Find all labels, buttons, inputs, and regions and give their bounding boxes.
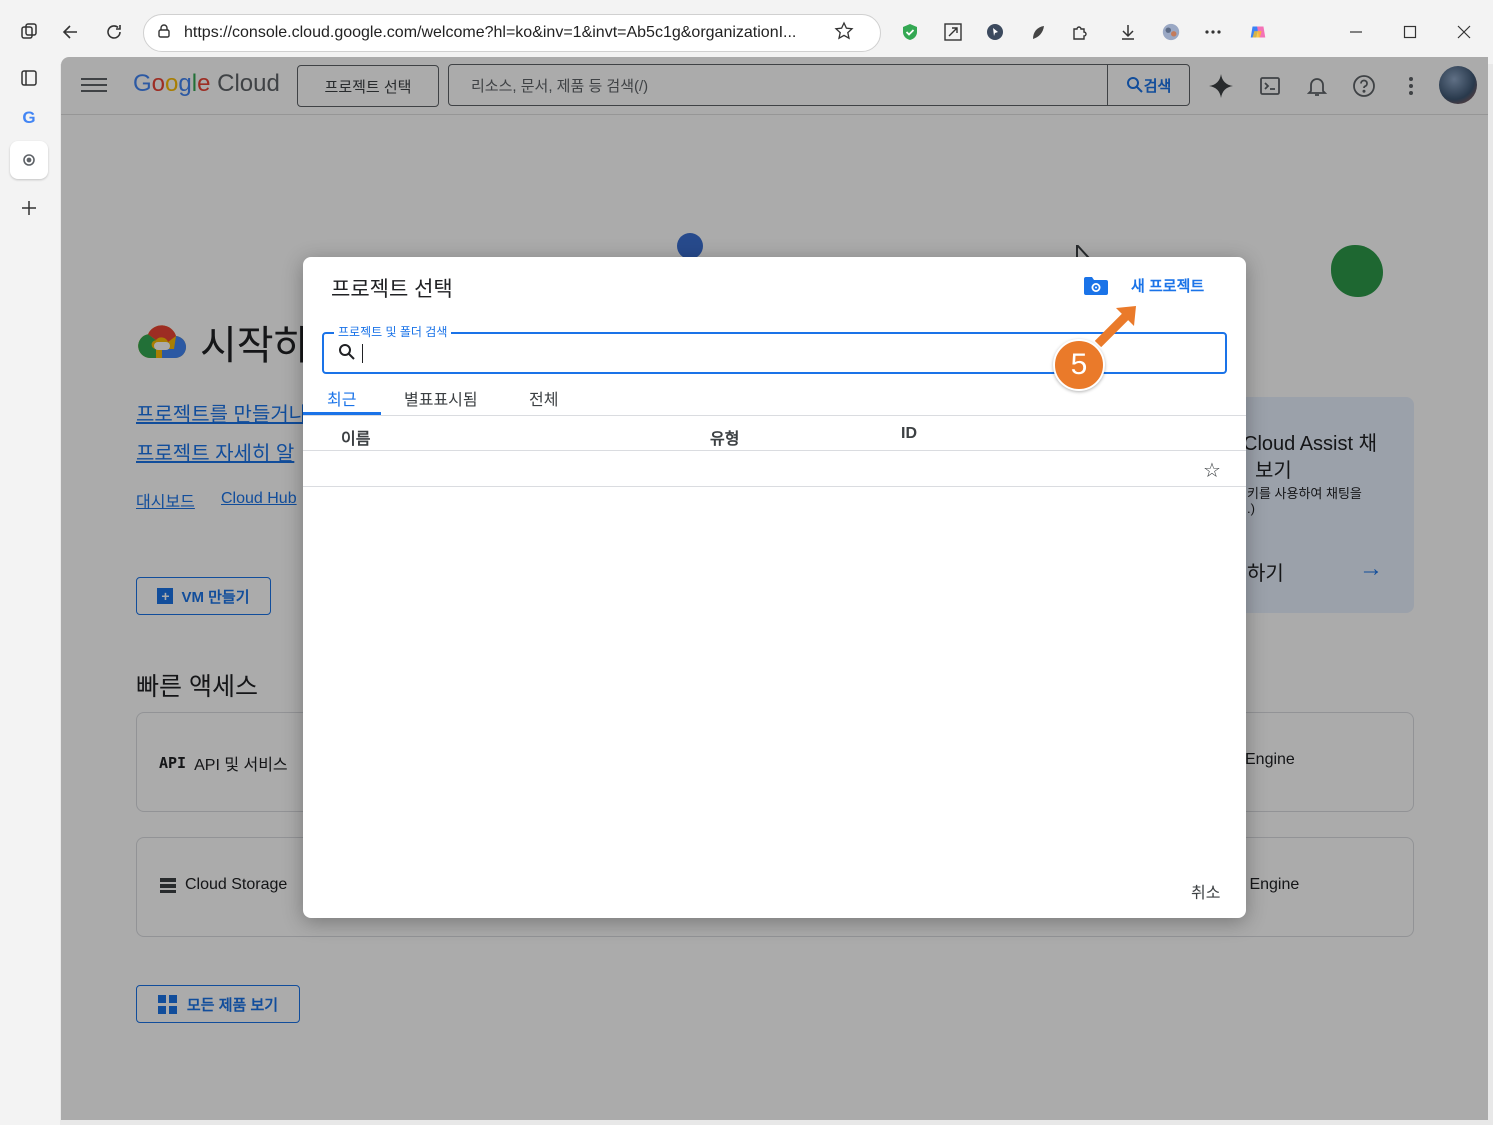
address-bar[interactable]: https://console.cloud.google.com/welcome… bbox=[143, 14, 881, 52]
sidebar-panel-icon[interactable] bbox=[10, 59, 48, 97]
tab-all[interactable]: 전체 bbox=[529, 386, 558, 410]
column-id[interactable]: ID bbox=[901, 425, 917, 443]
back-icon[interactable] bbox=[55, 16, 87, 48]
table-row[interactable]: ☆ bbox=[303, 452, 1246, 487]
new-project-action[interactable]: 새 프로젝트 bbox=[1083, 275, 1204, 296]
table-header: 이름 유형 ID bbox=[303, 417, 1246, 451]
dialog-title: 프로젝트 선택 bbox=[331, 278, 453, 301]
shield-extension-icon[interactable] bbox=[894, 16, 926, 48]
dialog-tabs: 최근 별표표시됨 전체 bbox=[303, 377, 1246, 416]
project-select-dialog: 프로젝트 선택 새 프로젝트 프로젝트 및 폴더 검색 최근 별표표시됨 전체 … bbox=[303, 257, 1246, 918]
search-field-label: 프로젝트 및 폴더 검색 bbox=[334, 323, 452, 340]
step-number-badge: 5 bbox=[1053, 339, 1105, 391]
cloud-console-tab-icon[interactable] bbox=[10, 141, 48, 179]
tab-starred[interactable]: 별표표시됨 bbox=[404, 386, 478, 410]
leaf-extension-icon[interactable] bbox=[1022, 16, 1054, 48]
text-cursor bbox=[362, 344, 363, 363]
tutorial-arrow-icon bbox=[1094, 306, 1136, 348]
search-icon bbox=[339, 344, 355, 360]
extensions-puzzle-icon[interactable] bbox=[1064, 16, 1096, 48]
favorite-star-icon[interactable] bbox=[834, 20, 854, 46]
new-tab-plus-icon[interactable] bbox=[10, 189, 48, 227]
vertical-tab-strip: G bbox=[0, 56, 60, 1125]
folder-settings-icon[interactable] bbox=[1083, 276, 1109, 296]
url-text[interactable]: https://console.cloud.google.com/welcome… bbox=[184, 24, 824, 42]
more-icon[interactable] bbox=[1197, 16, 1229, 48]
browser-toolbar: https://console.cloud.google.com/welcome… bbox=[0, 0, 1493, 64]
profile-extension-icon[interactable] bbox=[1155, 16, 1187, 48]
refresh-icon[interactable] bbox=[98, 16, 130, 48]
resize-extension-icon[interactable] bbox=[937, 16, 969, 48]
cursor-extension-icon[interactable] bbox=[979, 16, 1011, 48]
lock-icon[interactable] bbox=[156, 23, 172, 44]
column-name[interactable]: 이름 bbox=[341, 425, 370, 449]
new-project-button[interactable]: 새 프로젝트 bbox=[1131, 275, 1204, 296]
minimize-icon[interactable] bbox=[1338, 14, 1374, 50]
cancel-button[interactable]: 취소 bbox=[1191, 879, 1220, 903]
active-tab-indicator bbox=[303, 412, 381, 415]
copilot-icon[interactable] bbox=[1242, 16, 1274, 48]
column-type[interactable]: 유형 bbox=[710, 425, 739, 449]
star-icon[interactable]: ☆ bbox=[1203, 458, 1221, 483]
maximize-icon[interactable] bbox=[1392, 14, 1428, 50]
tab-actions-icon[interactable] bbox=[13, 16, 45, 48]
tab-recent[interactable]: 최근 bbox=[327, 386, 356, 410]
google-tab-icon[interactable]: G bbox=[10, 99, 48, 137]
download-icon[interactable] bbox=[1112, 16, 1144, 48]
close-window-icon[interactable] bbox=[1446, 14, 1482, 50]
